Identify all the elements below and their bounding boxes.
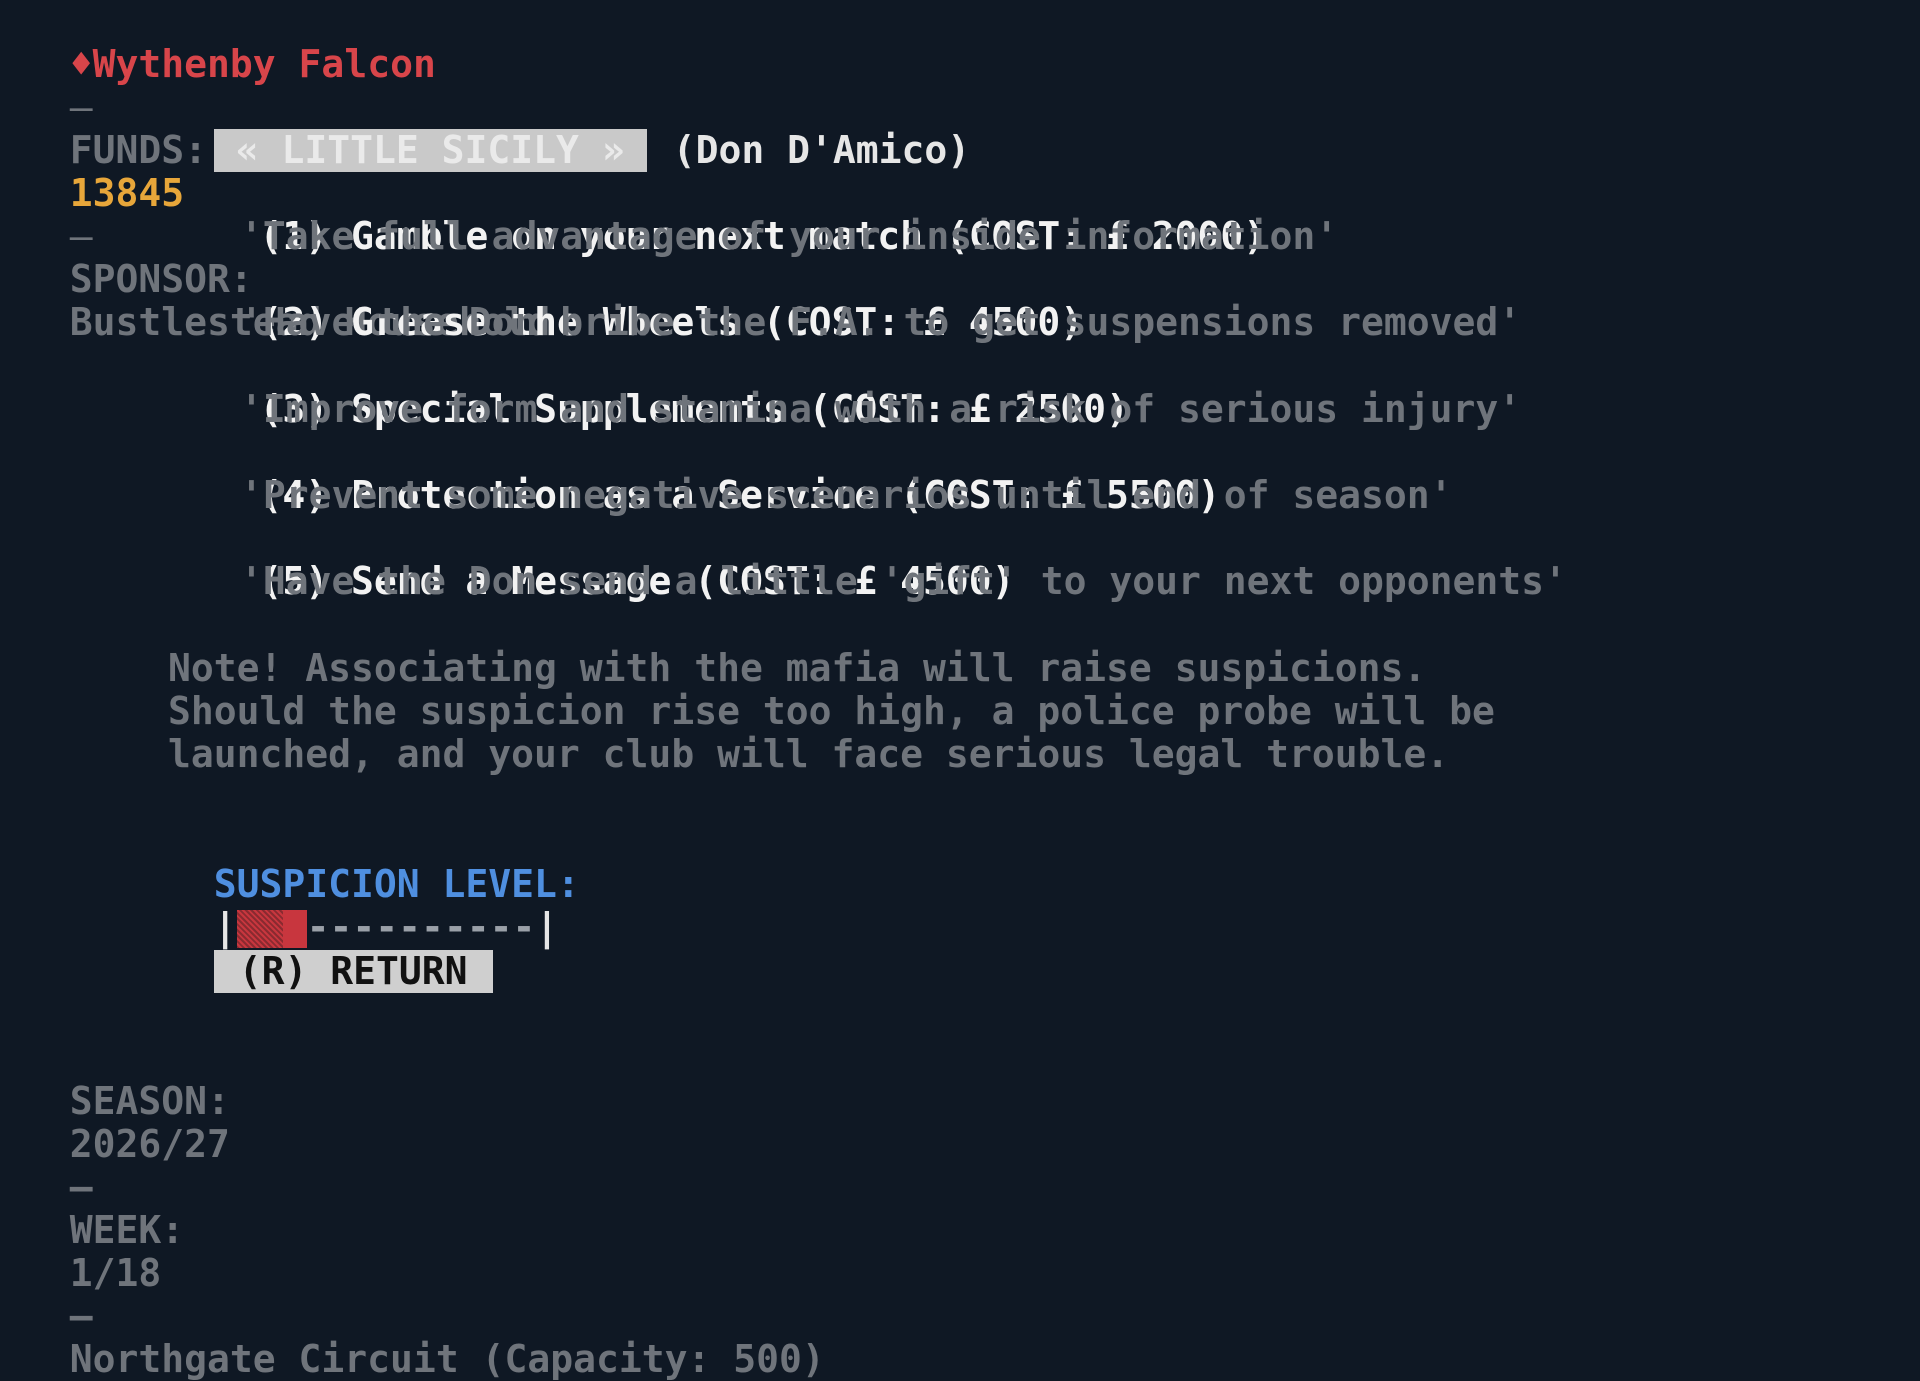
note-line-1: Note! Associating with the mafia will ra… <box>168 646 1427 690</box>
header-separator-2: — <box>69 214 93 258</box>
option-3-description: 'Improve form and stamina with a risk of… <box>240 387 1522 431</box>
suspicion-bar-right-edge: | <box>535 905 559 949</box>
shop-tab[interactable]: « LITTLE SICILY » <box>213 129 647 172</box>
season-value: 2026/27 <box>69 1122 230 1166</box>
option-2-description: 'Have the Don bribe the F.A. to get susp… <box>240 300 1522 344</box>
note-line-2: Should the suspicion rise too high, a po… <box>168 689 1495 733</box>
return-button[interactable]: (R) RETURN <box>213 950 493 993</box>
club-name: Wythenby Falcon <box>92 42 436 86</box>
week-label: WEEK: <box>69 1208 185 1252</box>
option-4-description: 'Prevent some negative scenarios until e… <box>240 473 1453 517</box>
status-footer: SEASON: 2026/27 — WEEK: 1/18 — Northgate… <box>24 1037 825 1381</box>
option-1-description: 'Take full advantage of your inside info… <box>240 214 1339 258</box>
footer-separator: — <box>69 1165 93 1209</box>
return-row: (R) RETURN <box>168 907 493 993</box>
shop-header: « LITTLE SICILY » (Don D'Amico) <box>168 86 970 172</box>
option-5-description: 'Have the Don send a little 'gift' to yo… <box>240 559 1567 603</box>
footer-separator-2: — <box>69 1294 93 1338</box>
diamond-icon: ♦ <box>69 42 93 86</box>
header-separator: — <box>69 85 93 129</box>
shop-owner: (Don D'Amico) <box>672 128 971 172</box>
season-label: SEASON: <box>69 1079 230 1123</box>
funds-value: 13845 <box>69 171 185 215</box>
suspicion-label: SUSPICION LEVEL: <box>213 862 580 906</box>
stadium-info: Northgate Circuit (Capacity: 500) <box>69 1337 825 1381</box>
note-line-3: launched, and your club will face seriou… <box>168 732 1450 776</box>
week-value: 1/18 <box>69 1251 162 1295</box>
